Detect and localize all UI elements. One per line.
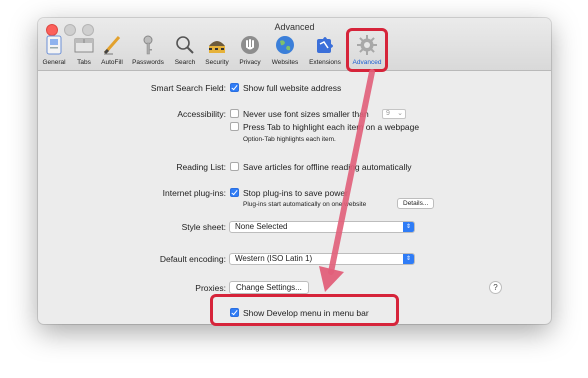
search-icon [176, 36, 194, 54]
chevron-down-icon: ⌄ [397, 110, 403, 117]
window-title: Advanced [274, 22, 315, 32]
reading-list-checkbox[interactable] [230, 162, 239, 171]
encoding-value: Western (ISO Latin 1) [235, 254, 313, 263]
min-font-size-value: 9 [386, 110, 390, 117]
plugins-option: Stop plug-ins to save power [243, 188, 348, 198]
security-icon [209, 41, 225, 53]
tab-passwords[interactable]: Passwords [128, 32, 168, 70]
tab-autofill-label: AutoFill [101, 59, 123, 66]
plugins-details-button[interactable]: Details... [397, 198, 435, 209]
plugins-note: Plug-ins start automatically on one webs… [243, 201, 367, 208]
tab-extensions-label: Extensions [309, 59, 341, 66]
tab-highlight-option: Press Tab to highlight each item on a we… [243, 122, 420, 132]
smart-search-label: Smart Search Field: [150, 83, 226, 93]
tab-autofill[interactable]: AutoFill [98, 32, 126, 70]
plugins-label: Internet plug-ins: [162, 188, 226, 198]
general-icon [46, 35, 62, 55]
tab-privacy-label: Privacy [239, 59, 261, 66]
develop-option-highlight [210, 294, 399, 326]
encoding-label: Default encoding: [159, 254, 226, 264]
tab-security-label: Security [205, 59, 229, 66]
tab-websites[interactable]: Websites [267, 32, 303, 70]
help-button[interactable]: ? [489, 281, 502, 294]
reading-list-label: Reading List: [176, 162, 226, 172]
tab-passwords-label: Passwords [132, 59, 164, 66]
tab-security[interactable]: Security [201, 32, 233, 70]
tab-search-label: Search [174, 59, 196, 66]
reading-list-option: Save articles for offline reading automa… [243, 162, 412, 172]
tab-websites-label: Websites [271, 59, 299, 66]
updown-chevron-icon: ⇕ [403, 254, 414, 264]
style-sheet-value: None Selected [235, 222, 288, 231]
title-bar: Advanced General Tabs AutoFill Passwords… [38, 18, 551, 71]
tab-extensions[interactable]: Extensions [306, 32, 344, 70]
smart-search-option: Show full website address [243, 83, 342, 93]
tab-privacy[interactable]: Privacy [235, 32, 265, 70]
tab-search[interactable]: Search [171, 32, 199, 70]
tab-general-label: General [42, 59, 66, 66]
proxies-label: Proxies: [195, 283, 226, 293]
privacy-icon [241, 36, 259, 54]
min-font-checkbox[interactable] [230, 109, 239, 118]
tabs-icon [74, 38, 94, 53]
plugins-checkbox[interactable] [230, 188, 239, 197]
smart-search-checkbox[interactable] [230, 83, 239, 92]
advanced-pane: Smart Search Field: Show full website ad… [38, 71, 551, 324]
style-sheet-label: Style sheet: [181, 222, 226, 232]
tab-general[interactable]: General [41, 32, 67, 70]
tab-tabs-label: Tabs [77, 59, 91, 66]
advanced-tab-highlight [346, 28, 388, 72]
puzzle-icon [317, 37, 333, 53]
min-font-size-select[interactable]: 9 ⌄ [382, 109, 406, 119]
key-icon [143, 35, 153, 55]
tab-tabs[interactable]: Tabs [72, 32, 96, 70]
change-settings-button[interactable]: Change Settings... [229, 281, 309, 294]
tab-highlight-note: Option-Tab highlights each item. [243, 136, 336, 143]
tab-highlight-checkbox[interactable] [230, 122, 239, 131]
updown-chevron-icon: ⇕ [403, 222, 414, 232]
globe-icon [276, 36, 294, 54]
style-sheet-select[interactable]: None Selected ⇕ [229, 221, 415, 233]
min-font-option: Never use font sizes smaller than [243, 109, 369, 119]
autofill-icon [103, 36, 121, 55]
preferences-window: Advanced General Tabs AutoFill Passwords… [38, 18, 551, 324]
accessibility-label: Accessibility: [177, 109, 226, 119]
encoding-select[interactable]: Western (ISO Latin 1) ⇕ [229, 253, 415, 265]
